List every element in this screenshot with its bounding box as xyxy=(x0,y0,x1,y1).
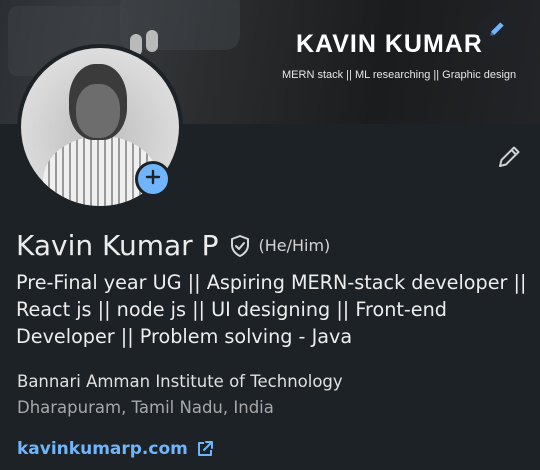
edit-banner-button[interactable] xyxy=(478,12,516,50)
pencil-icon xyxy=(495,143,523,175)
website-link[interactable]: kavinkumarp.com xyxy=(17,439,188,459)
shield-check-icon[interactable] xyxy=(228,234,252,258)
profile-headline: Pre-Final year UG || Aspiring MERN-stack… xyxy=(16,271,527,348)
location: Dharapuram, Tamil Nadu, India xyxy=(17,398,274,417)
banner-title: KAVIN KUMAR xyxy=(296,30,483,58)
plus-icon xyxy=(145,169,161,189)
banner-decoration xyxy=(146,30,158,52)
edit-profile-button[interactable] xyxy=(492,142,526,176)
pronouns: (He/Him) xyxy=(258,236,331,255)
name-row: Kavin Kumar P (He/Him) xyxy=(16,229,330,262)
banner-subtitle: MERN stack || ML researching || Graphic … xyxy=(282,69,517,81)
pencil-icon xyxy=(487,19,507,43)
education[interactable]: Bannari Amman Institute of Technology xyxy=(17,372,343,391)
profile-name: Kavin Kumar P xyxy=(16,229,219,262)
external-link-icon xyxy=(196,440,214,458)
website[interactable]: kavinkumarp.com xyxy=(17,439,214,459)
add-photo-button[interactable] xyxy=(135,161,171,197)
